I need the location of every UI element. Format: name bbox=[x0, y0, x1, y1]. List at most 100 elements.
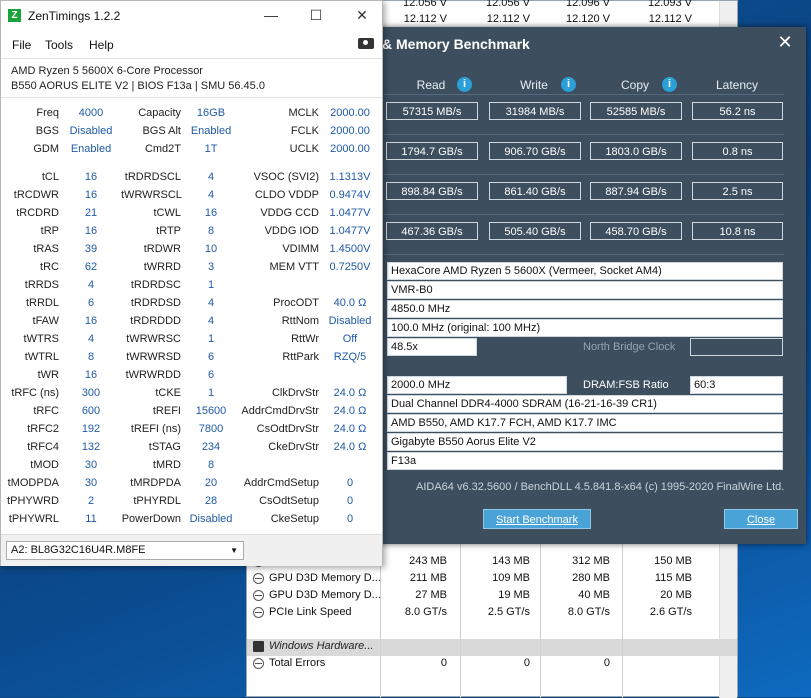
screenshot-camera-icon[interactable] bbox=[358, 38, 374, 49]
timing-label: RttNom bbox=[281, 315, 319, 327]
timing-label: BGS bbox=[35, 125, 59, 137]
title-bar[interactable]: Z ZenTimings 1.2.2 — ☐ ✕ bbox=[1, 1, 382, 31]
timing-label: AddrCmdSetup bbox=[243, 477, 319, 489]
timing-value: 0.9474V bbox=[329, 189, 371, 201]
timing-label: tRDWR bbox=[143, 243, 181, 255]
north-bridge-clock-field bbox=[690, 338, 783, 356]
menu-tools[interactable]: Tools bbox=[45, 38, 73, 52]
sensor-value: 12.096 V bbox=[565, 0, 610, 9]
timing-value: 4 bbox=[87, 279, 95, 291]
dimm-select-value: A2: BL8G32C16U4R.M8FE bbox=[11, 544, 146, 556]
maximize-icon[interactable]: ☐ bbox=[305, 5, 327, 25]
timing-label: tPHYWRD bbox=[7, 495, 59, 507]
sensor-icon bbox=[253, 658, 264, 669]
benchmark-result: 887.94 GB/s bbox=[590, 182, 682, 200]
column-separator bbox=[460, 539, 461, 698]
timing-label: tMRD bbox=[152, 459, 181, 471]
sensor-row[interactable]: Total Errors 0 0 0 bbox=[247, 656, 737, 673]
info-icon[interactable]: i bbox=[561, 77, 576, 92]
timing-value: 132 bbox=[81, 441, 101, 453]
sensor-icon bbox=[253, 573, 264, 584]
timing-value: 4 bbox=[87, 333, 95, 345]
column-latency: Latency bbox=[715, 78, 759, 92]
timing-label: ProcODT bbox=[273, 297, 319, 309]
zentimings-window[interactable]: Z ZenTimings 1.2.2 — ☐ ✕ File Tools Help… bbox=[0, 0, 383, 566]
menu-help[interactable]: Help bbox=[89, 38, 114, 52]
window-title: ZenTimings 1.2.2 bbox=[28, 9, 121, 23]
timing-value: 1.0477V bbox=[329, 225, 371, 237]
timing-label: tFAW bbox=[32, 315, 59, 327]
menu-file[interactable]: File bbox=[12, 38, 31, 52]
aida64-benchmark-window[interactable]: & Memory Benchmark ✕ Read i Write i Copy… bbox=[364, 27, 806, 544]
timing-label: tWTRL bbox=[24, 351, 59, 363]
timing-label: tMODPDA bbox=[7, 477, 59, 489]
chevron-down-icon: ▼ bbox=[230, 546, 238, 555]
divider bbox=[1, 58, 382, 59]
timing-label: PowerDown bbox=[121, 513, 181, 525]
dimm-bar: A2: BL8G32C16U4R.M8FE ▼ bbox=[1, 534, 382, 566]
chip-icon bbox=[253, 641, 264, 652]
timing-label: tWRWRDD bbox=[125, 369, 181, 381]
timing-value: 0 bbox=[346, 495, 354, 507]
timing-value: 600 bbox=[81, 405, 101, 417]
north-bridge-clock-label: North Bridge Clock bbox=[583, 341, 676, 353]
timing-label: Freq bbox=[36, 107, 59, 119]
timing-label: Capacity bbox=[138, 107, 181, 119]
timing-value: 16 bbox=[204, 207, 218, 219]
sensor-icon bbox=[253, 590, 264, 601]
sensor-row[interactable]: GPU D3D Memory D... 211 MB 109 MB 280 MB 115… bbox=[247, 571, 737, 588]
timing-label: tRRDL bbox=[25, 297, 59, 309]
memory-type-field: Dual Channel DDR4-4000 SDRAM (16-21-16-3… bbox=[387, 395, 783, 413]
timing-label: VDDG IOD bbox=[264, 225, 319, 237]
sensor-row[interactable]: GPU D3D Memory D... 27 MB 19 MB 40 MB 20 MB bbox=[247, 588, 737, 605]
minimize-icon[interactable]: — bbox=[260, 5, 282, 25]
sensor-value: 0 bbox=[603, 657, 610, 669]
timing-label: tCL bbox=[41, 171, 59, 183]
divider bbox=[384, 134, 784, 135]
timing-value: 62 bbox=[84, 261, 98, 273]
timing-value: 16 bbox=[84, 189, 98, 201]
multiplier-field: 48.5x bbox=[387, 338, 477, 356]
timing-value: 4 bbox=[207, 315, 215, 327]
close-button[interactable]: Close bbox=[724, 509, 798, 529]
timing-value: 4 bbox=[207, 171, 215, 183]
sensor-group-row[interactable]: Windows Hardware... bbox=[247, 639, 737, 656]
timing-value: 2000.00 bbox=[330, 107, 370, 119]
board-info: B550 AORUS ELITE V2 | BIOS F13a | SMU 56… bbox=[11, 80, 265, 92]
timing-label: RttPark bbox=[282, 351, 319, 363]
timing-label: tRFC bbox=[33, 405, 59, 417]
dimm-select[interactable]: A2: BL8G32C16U4R.M8FE ▼ bbox=[6, 541, 244, 560]
chipset-field: AMD B550, AMD K17.7 FCH, AMD K17.7 IMC bbox=[387, 414, 783, 432]
info-icon[interactable]: i bbox=[662, 77, 677, 92]
timing-label: tRC bbox=[40, 261, 59, 273]
bios-field: F13a bbox=[387, 452, 783, 470]
timing-label: tRFC4 bbox=[27, 441, 59, 453]
divider bbox=[384, 174, 784, 175]
timing-value: 1T bbox=[204, 143, 218, 155]
timing-value: 8 bbox=[207, 459, 215, 471]
cpu-clock-field: 4850.0 MHz bbox=[387, 300, 783, 318]
timing-label: GDM bbox=[33, 143, 59, 155]
timing-label: tCWL bbox=[153, 207, 182, 219]
timing-label: tREFI (ns) bbox=[130, 423, 181, 435]
sensor-row[interactable]: PCIe Link Speed 8.0 GT/s 2.5 GT/s 8.0 GT/s 2… bbox=[247, 605, 737, 622]
sensor-value: 0 bbox=[523, 657, 530, 669]
timing-value: 0 bbox=[346, 513, 354, 525]
timing-value: 2000.00 bbox=[330, 143, 370, 155]
start-benchmark-button[interactable]: Start Benchmark bbox=[483, 509, 591, 529]
close-icon[interactable]: ✕ bbox=[351, 5, 373, 25]
zentimings-logo-icon: Z bbox=[8, 9, 21, 22]
sensor-value: 8.0 GT/s bbox=[567, 606, 610, 618]
close-icon[interactable]: ✕ bbox=[775, 32, 795, 52]
sensor-value: 19 MB bbox=[498, 589, 530, 601]
benchmark-result: 56.2 ns bbox=[692, 102, 783, 120]
timing-value: 1.0477V bbox=[329, 207, 371, 219]
timing-label: tWR bbox=[37, 369, 59, 381]
benchmark-result: 861.40 GB/s bbox=[489, 182, 581, 200]
cpu-stepping-field: VMR-B0 bbox=[387, 281, 783, 299]
info-icon[interactable]: i bbox=[457, 77, 472, 92]
timing-label: VDIMM bbox=[282, 243, 319, 255]
timing-value: Disabled bbox=[328, 315, 372, 327]
timing-value: 4000 bbox=[78, 107, 104, 119]
benchmark-result: 505.40 GB/s bbox=[489, 222, 581, 240]
